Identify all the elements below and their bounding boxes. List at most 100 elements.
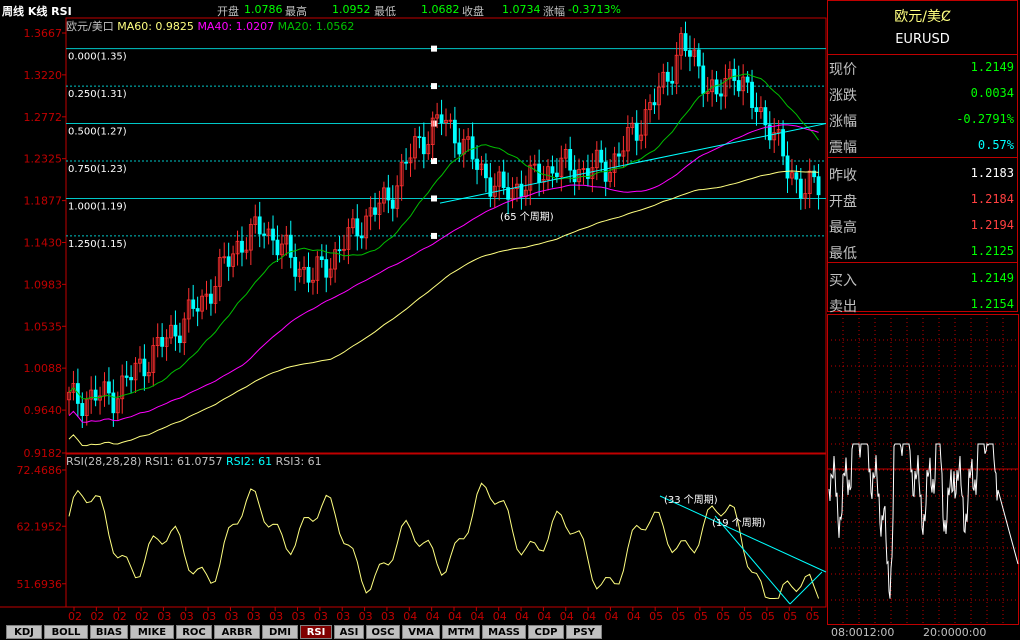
tab-cdp[interactable]: CDP [528, 625, 564, 639]
fib-label: 0.000(1.35) [68, 52, 127, 63]
quote-label: 买入 [829, 273, 857, 289]
tab-mass[interactable]: MASS [482, 625, 526, 639]
candle-body [337, 249, 342, 252]
candle-body [439, 114, 444, 124]
ma20-label: MA20: 1.0562 [277, 20, 355, 33]
candle-body [80, 403, 85, 416]
candle-body [470, 136, 475, 160]
candle-body [475, 158, 479, 170]
candle-body [319, 256, 324, 260]
x-tick-label: 02 [68, 610, 82, 623]
candle-body [683, 33, 688, 51]
x-tick-label: 02 [90, 610, 104, 623]
candle-body [763, 107, 768, 126]
x-tick-label: 04 [448, 610, 462, 623]
y-tick-label: 1.0088 [24, 362, 63, 375]
candle-body [554, 172, 559, 178]
tab-kdj[interactable]: KDJ [6, 625, 42, 639]
quote-row: 最低 1.2125 [827, 239, 1018, 264]
candle-body [390, 199, 395, 209]
candle-body [665, 71, 670, 82]
open-value: 1.0786 [244, 3, 283, 16]
high-label: 最高 [285, 5, 307, 18]
y-tick-label: 1.0535 [24, 320, 63, 333]
quote-value: 0.0034 [970, 86, 1014, 100]
quote-value: 1.2194 [970, 218, 1014, 232]
change-label: 涨幅 [543, 5, 565, 18]
quote-panel: 欧元/美Ȼ EURUSD 现价 1.2149 涨跌 0.0034 涨幅 -0.2791% 震… [827, 0, 1020, 640]
tab-rsi[interactable]: RSI [300, 625, 332, 639]
low-label: 最低 [374, 5, 396, 18]
rsi2-label: RSI2: 61 [226, 455, 273, 468]
quote-label: 涨跌 [829, 88, 857, 104]
candle-body [652, 102, 657, 106]
x-tick-label: 04 [604, 610, 618, 623]
candle-body [417, 136, 422, 139]
tab-mtm[interactable]: MTM [442, 625, 480, 639]
quote-row: 涨幅 -0.2791% [827, 107, 1018, 132]
quote-row: 昨收 1.2183 [827, 161, 1018, 186]
quote-label: 开盘 [829, 194, 857, 210]
quote-value: 1.2154 [970, 297, 1014, 311]
candle-body [816, 176, 821, 196]
ma40-label: MA40: 1.0207 [197, 20, 275, 33]
candle-body [634, 122, 639, 141]
fib-handle [431, 158, 437, 165]
tab-mike[interactable]: MIKE [130, 625, 174, 639]
x-tick-label: 05 [716, 610, 730, 623]
x-tick-label: 02 [135, 610, 149, 623]
high-value: 1.0952 [332, 3, 371, 16]
quote-label: 最低 [829, 246, 857, 262]
x-tick-label: 04 [627, 610, 641, 623]
chart-label: 周线 K线 RSI [2, 5, 72, 18]
ma60-line [68, 170, 819, 447]
candle-body [293, 256, 298, 277]
tab-roc[interactable]: ROC [176, 625, 212, 639]
candle-body [177, 335, 182, 344]
legend-symbol: 欧元/美口 [66, 20, 114, 33]
tick-chart[interactable] [827, 314, 1020, 640]
tab-dmi[interactable]: DMI [262, 625, 298, 639]
quote-value: -0.2791% [956, 112, 1014, 126]
candle-body [324, 259, 329, 278]
candle-body [781, 129, 785, 157]
x-tick-label: 03 [336, 610, 350, 623]
candle-body [195, 308, 200, 312]
candle-body [373, 207, 377, 215]
rsi-annotation-2: (19 个周期) [712, 517, 766, 529]
tab-vma[interactable]: VMA [402, 625, 440, 639]
y-tick-label: 1.2325 [24, 153, 63, 166]
x-tick-label: 03 [292, 610, 306, 623]
candle-body [696, 49, 701, 67]
tab-boll[interactable]: BOLL [44, 625, 88, 639]
candle-body [240, 240, 244, 253]
candle-body [484, 163, 488, 179]
ma60-label: MA60: 0.9825 [117, 20, 194, 33]
x-tick-label: 04 [426, 610, 440, 623]
candle-body [359, 235, 364, 239]
x-tick-label: 05 [806, 610, 820, 623]
candle-body [714, 79, 719, 95]
y-tick-label: 1.2772 [24, 111, 63, 124]
x-tick-label: 03 [269, 610, 283, 623]
quote-row: 现价 1.2149 [827, 55, 1018, 80]
fib-label: 0.250(1.31) [68, 89, 127, 100]
rsi-legend: RSI(28,28,28) RSI1: 61.0757 RSI2: 61 RSI… [66, 455, 322, 468]
quote-row: 买入 1.2149 [827, 266, 1018, 291]
candle-body [550, 166, 555, 174]
x-tick-label: 04 [493, 610, 507, 623]
tab-asi[interactable]: ASI [334, 625, 364, 639]
candle-body [750, 81, 754, 108]
chart-area[interactable]: 1.3667 1.3220 1.2772 1.2325 1.1877 1.1430 1.09… [0, 0, 827, 624]
candle-body [262, 233, 267, 236]
tab-psy[interactable]: PSY [566, 625, 602, 639]
candle-body [355, 218, 360, 237]
y-tick-label: 0.9640 [24, 404, 63, 417]
tab-osc[interactable]: OSC [366, 625, 400, 639]
tab-arbr[interactable]: ARBR [214, 625, 260, 639]
x-tick-label: 05 [649, 610, 663, 623]
indicator-tabs: KDJ BOLL BIAS MIKE ROC ARBR DMI RSI ASI OSC VMA MTM… [0, 624, 826, 640]
tab-bias[interactable]: BIAS [90, 625, 128, 639]
candle-body [275, 239, 280, 256]
y-tick-label: 1.3220 [24, 69, 63, 82]
